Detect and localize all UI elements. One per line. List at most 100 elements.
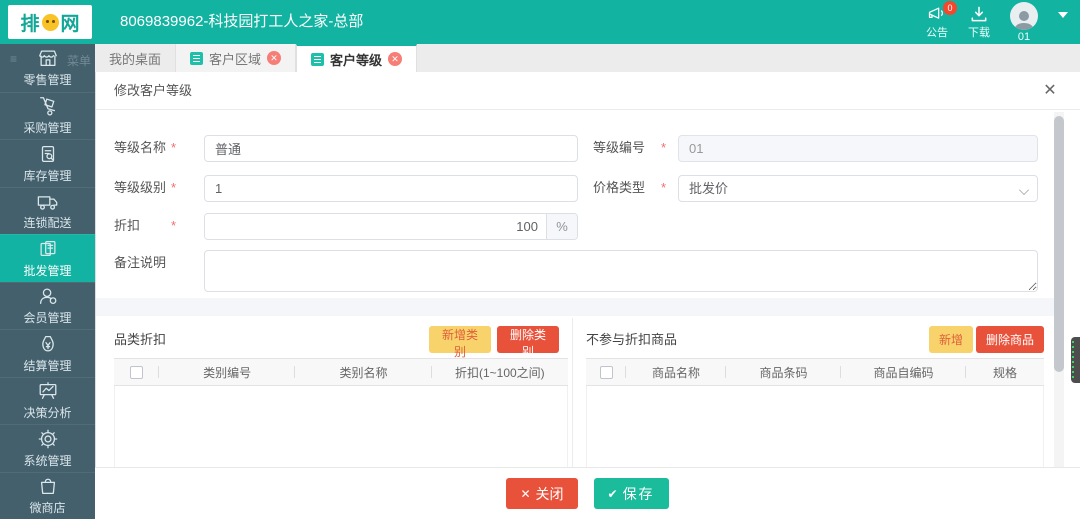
announcement-label: 公告 — [926, 24, 948, 40]
sidebar-item-delivery[interactable]: 连锁配送 — [0, 187, 95, 235]
discount-input[interactable] — [205, 214, 546, 239]
price-type-value: 批发价 — [689, 181, 728, 196]
handtruck-icon — [37, 95, 59, 117]
tab-customer-region[interactable]: 客户区域 ✕ — [175, 44, 296, 72]
user-menu[interactable]: 01 — [1010, 2, 1038, 43]
tab-customer-level[interactable]: 客户等级 ✕ — [296, 44, 417, 72]
edge-sidebar-handle[interactable] — [1071, 337, 1080, 383]
level-code-label: 等级编号 — [593, 135, 645, 161]
announcement-button[interactable]: 0 公告 — [926, 5, 948, 40]
column-header: 类别名称 — [295, 359, 431, 386]
column-header: 商品名称 — [626, 359, 726, 386]
tab-label: 我的桌面 — [109, 49, 161, 68]
sidebar-item-label: 零售管理 — [23, 71, 71, 88]
sidebar-item-analytics[interactable]: 决策分析 — [0, 377, 95, 425]
user-label: 01 — [1018, 31, 1030, 43]
sidebar-item-label: 连锁配送 — [23, 214, 71, 231]
product-table-body — [586, 386, 1044, 467]
column-header: 类别编号 — [159, 359, 295, 386]
edit-customer-level-panel: 修改客户等级 ✕ 等级名称 * 等级编号 * 等级级别 * 价格类型 * 批发价… — [95, 72, 1080, 519]
column-header: 商品条码 — [726, 359, 841, 386]
tab-my-desktop[interactable]: 我的桌面 — [95, 44, 175, 72]
sidebar-item-members[interactable]: 会员管理 — [0, 282, 95, 330]
select-all-header — [114, 359, 159, 386]
sidebar-item-microshop[interactable]: 微商店 — [0, 472, 95, 519]
select-all-checkbox[interactable] — [600, 366, 613, 379]
hamburger-icon: ≡ — [10, 52, 17, 69]
level-name-label: 等级名称 — [114, 135, 166, 161]
documents-icon — [37, 238, 59, 260]
delete-product-button[interactable]: 删除商品 — [976, 326, 1044, 353]
close-button[interactable]: ✕ 关闭 — [506, 478, 577, 509]
sidebar-item-label: 批发管理 — [23, 262, 71, 279]
percent-unit: % — [546, 214, 577, 239]
truck-icon — [36, 190, 60, 212]
scrollbar-track[interactable] — [1054, 112, 1064, 467]
avatar — [1010, 2, 1038, 30]
document-icon — [311, 53, 324, 66]
level-rank-input[interactable] — [204, 175, 578, 202]
sidebar-item-label: 库存管理 — [23, 167, 71, 184]
sidebar-item-system[interactable]: 系统管理 — [0, 424, 95, 472]
storefront-icon — [37, 47, 59, 69]
download-icon — [969, 5, 989, 23]
close-icon[interactable]: ✕ — [1040, 81, 1060, 101]
chevron-down-icon[interactable] — [1058, 12, 1068, 18]
close-button-label: 关闭 — [536, 484, 564, 504]
tab-bar: 我的桌面 客户区域 ✕ 客户等级 ✕ — [95, 44, 1080, 72]
sidebar-item-label: 结算管理 — [23, 357, 71, 374]
clipboard-search-icon — [37, 143, 59, 165]
product-panel-title: 不参与折扣商品 — [586, 326, 677, 353]
gear-icon — [37, 428, 59, 450]
column-header: 规格 — [966, 359, 1044, 386]
modal-title: 修改客户等级 — [114, 72, 192, 110]
delete-category-button[interactable]: 删除类别 — [497, 326, 559, 353]
shop-bag-icon — [37, 475, 59, 497]
sidebar-item-settlement[interactable]: 结算管理 — [0, 329, 95, 377]
remark-textarea[interactable] — [204, 250, 1038, 292]
product-table: 商品名称 商品条码 商品自编码 规格 — [586, 358, 1044, 467]
sidebar-item-inventory[interactable]: 库存管理 — [0, 139, 95, 187]
sidebar-item-label: 微商店 — [29, 499, 65, 516]
required-mark: * — [661, 175, 666, 201]
close-icon[interactable]: ✕ — [267, 51, 281, 65]
level-name-input[interactable] — [204, 135, 578, 162]
modal-footer: ✕ 关闭 ✔ 保存 — [95, 467, 1080, 519]
sidebar-item-retail[interactable]: ≡ 菜单 零售管理 — [0, 44, 95, 92]
sidebar-item-purchase[interactable]: 采购管理 — [0, 92, 95, 140]
required-mark: * — [171, 135, 176, 161]
sidebar-item-label: 系统管理 — [23, 452, 71, 469]
document-icon — [190, 52, 203, 65]
tab-label: 客户区域 — [209, 49, 261, 68]
price-type-select[interactable]: 批发价 — [678, 175, 1038, 202]
store-title: 8069839962-科技园打工人之家-总部 — [120, 0, 363, 44]
top-bar: 排 网 8069839962-科技园打工人之家-总部 0 公告 下载 — [0, 0, 1080, 44]
app-logo[interactable]: 排 网 — [8, 5, 92, 39]
select-all-header — [586, 359, 626, 386]
add-category-button[interactable]: 新增类别 — [429, 326, 491, 353]
chart-board-icon — [37, 380, 59, 402]
download-label: 下载 — [968, 24, 990, 40]
level-rank-label: 等级级别 — [114, 175, 166, 201]
discount-field: % — [204, 213, 578, 240]
sidebar-item-label: 会员管理 — [23, 309, 71, 326]
sidebar-item-wholesale[interactable]: 批发管理 — [0, 234, 95, 282]
section-divider — [96, 298, 1054, 316]
scrollbar-thumb[interactable] — [1054, 116, 1064, 372]
column-header: 折扣(1~100之间) — [432, 359, 568, 386]
check-icon: ✔ — [608, 487, 618, 501]
logo-text-left: 排 — [20, 9, 39, 36]
save-button[interactable]: ✔ 保存 — [594, 478, 669, 509]
download-button[interactable]: 下载 — [968, 5, 990, 40]
discount-label: 折扣 — [114, 213, 140, 239]
money-bag-icon — [37, 333, 59, 355]
select-all-checkbox[interactable] — [130, 366, 143, 379]
save-button-label: 保存 — [623, 484, 655, 504]
level-code-input — [678, 135, 1038, 162]
close-icon[interactable]: ✕ — [388, 52, 402, 66]
add-product-button[interactable]: 新增 — [929, 326, 973, 353]
column-header: 商品自编码 — [841, 359, 966, 386]
category-table: 类别编号 类别名称 折扣(1~100之间) — [114, 358, 568, 467]
remark-label: 备注说明 — [114, 250, 166, 276]
member-icon — [37, 285, 59, 307]
